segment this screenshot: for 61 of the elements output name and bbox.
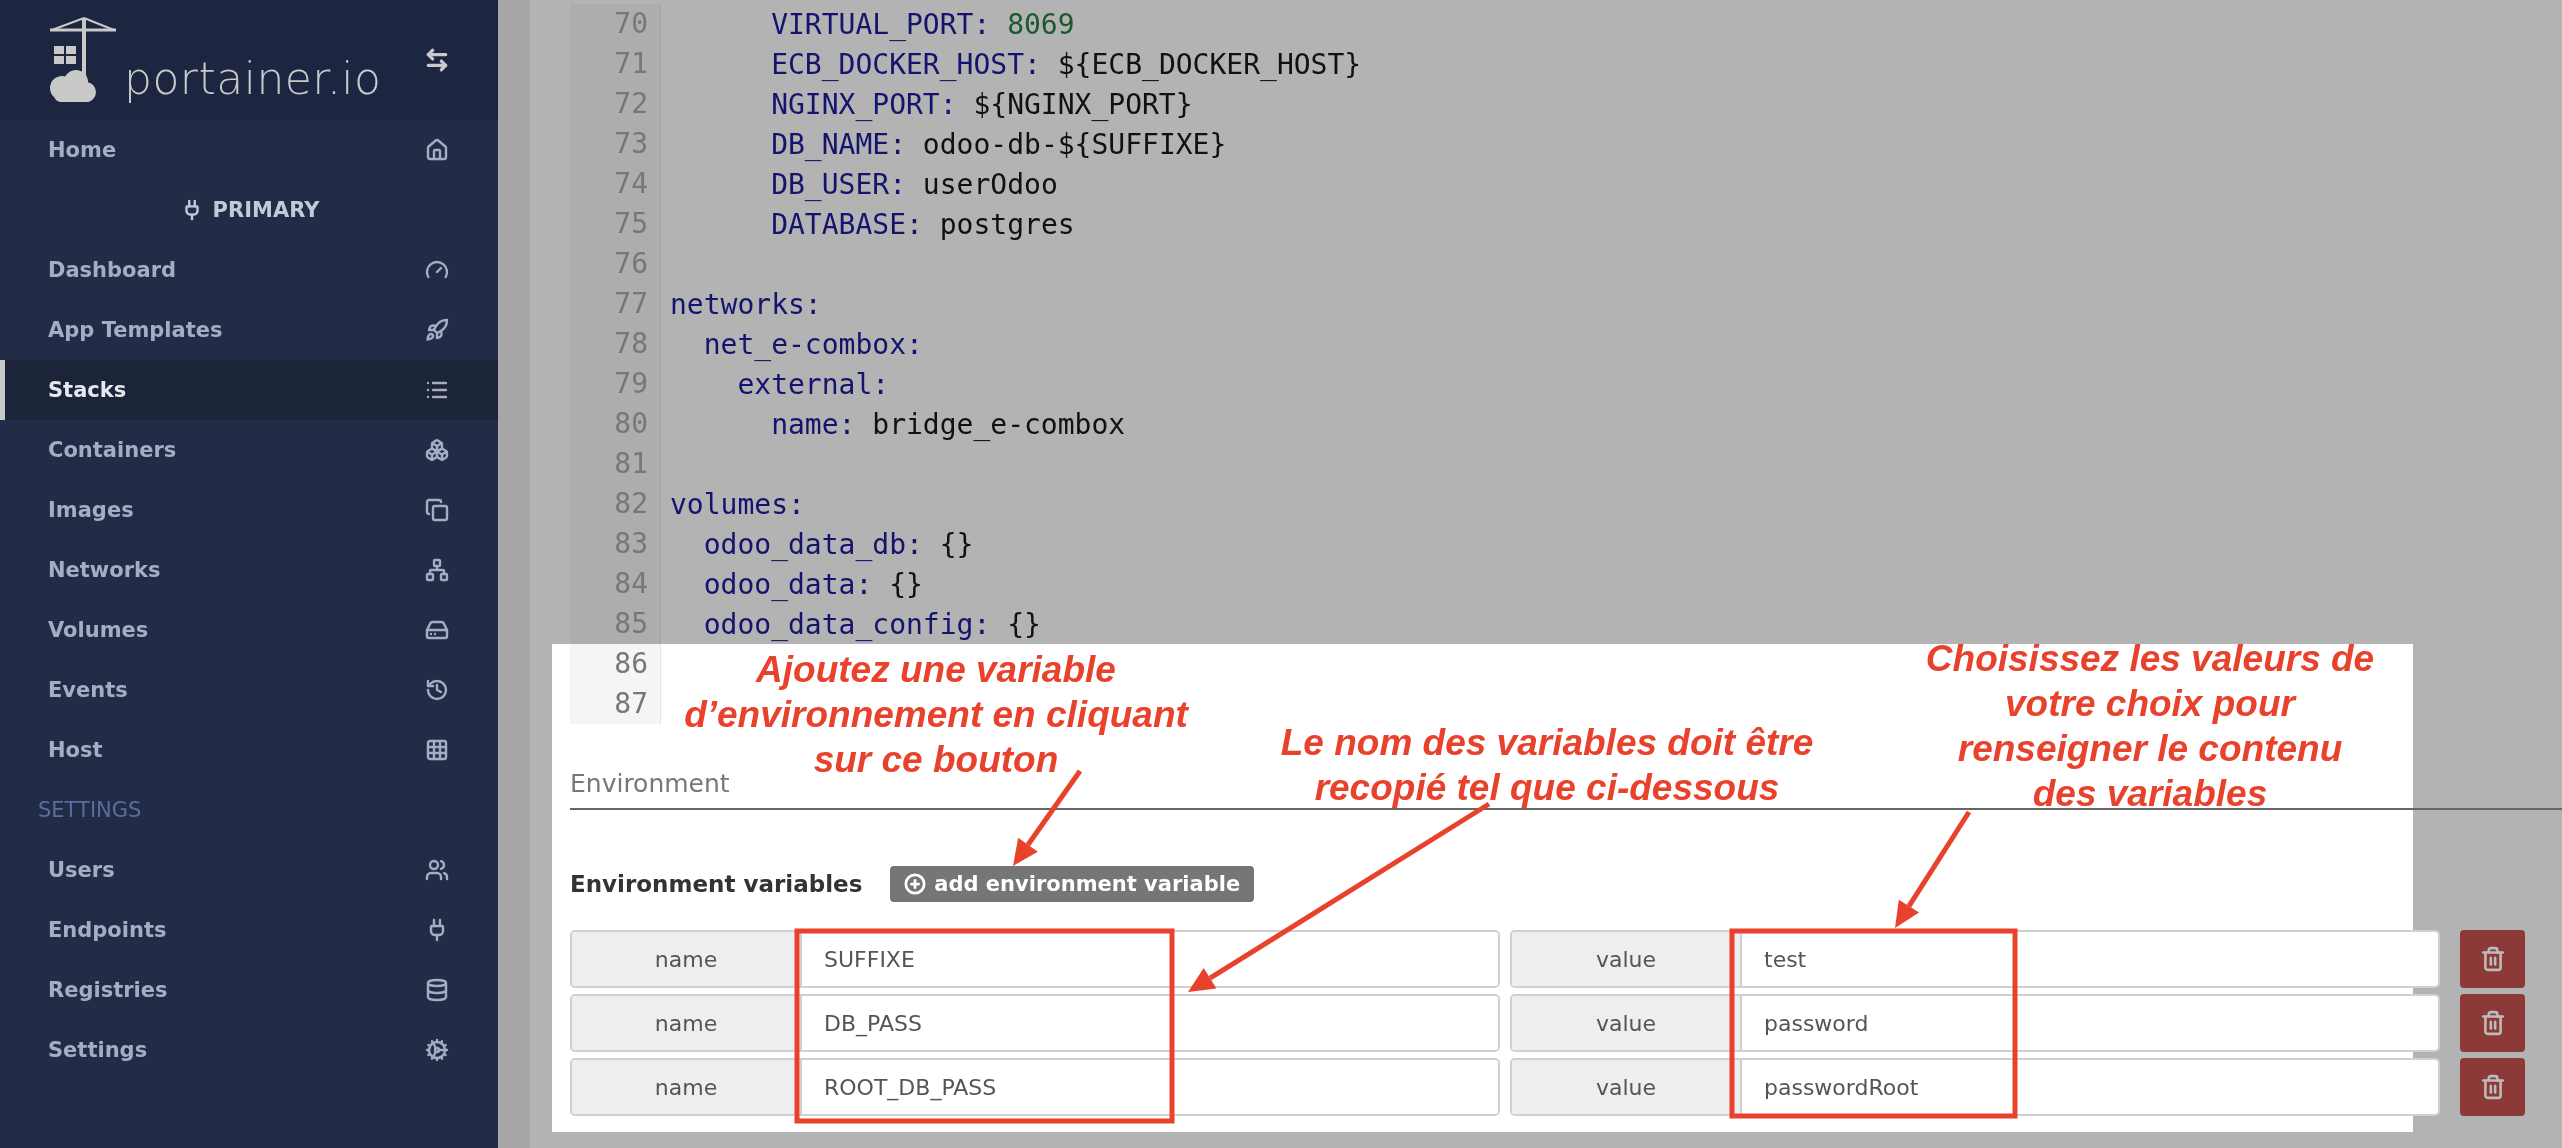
sidebar-item[interactable]: Images [0, 480, 498, 540]
sidebar-item[interactable]: Stacks [0, 360, 498, 420]
grid-icon [424, 737, 450, 763]
sidebar-item[interactable]: Dashboard [0, 240, 498, 300]
sidebar-item[interactable]: Registries [0, 960, 498, 1020]
copy-icon [424, 497, 450, 523]
line-number: 87 [570, 684, 661, 724]
sidebar-item[interactable]: Events [0, 660, 498, 720]
code-line: name: bridge_e-combox [770, 407, 1126, 441]
code-line: ECB_DOCKER_HOST: ${ECB_DOCKER_HOST} [770, 47, 1362, 81]
sidebar-item[interactable]: Endpoints [0, 900, 498, 960]
annotation-text: Choisissez les valeurs de votre choix pour renseigner le contenu des variables [1925, 637, 2375, 816]
add-variable-button[interactable]: add environment variable [890, 866, 1255, 902]
trash-icon [2479, 946, 2506, 972]
delete-button[interactable] [2460, 1058, 2525, 1116]
code-line: networks: [669, 287, 822, 321]
endpoint-name: PRIMARY [212, 198, 320, 222]
network-icon [424, 557, 450, 583]
sidebar-item[interactable]: Containers [0, 420, 498, 480]
code-line: odoo_data_db: {} [702, 527, 974, 561]
logo-text: portainer.io [124, 53, 382, 104]
input-addon: value [1512, 996, 1742, 1050]
sidebar-item[interactable]: Networks [0, 540, 498, 600]
trash-icon [2479, 1010, 2506, 1036]
home-icon [424, 137, 450, 163]
swap-icon[interactable] [424, 47, 450, 73]
database-icon [424, 977, 450, 1003]
input-addon: value [1512, 932, 1742, 986]
history-icon [424, 677, 450, 703]
code-line: net_e-combox: [702, 327, 923, 361]
cubes-icon [424, 437, 450, 463]
field-label: Environment variables [570, 871, 863, 897]
input-addon: value [1512, 1060, 1742, 1114]
sidebar-item[interactable]: App Templates [0, 300, 498, 360]
sidebar-item[interactable]: Volumes [0, 600, 498, 660]
input-addon: name [572, 1060, 802, 1114]
code-line: odoo_data: {} [702, 567, 923, 601]
trash-icon [2479, 1074, 2506, 1100]
gears-icon [424, 1037, 450, 1063]
input-addon: name [572, 996, 802, 1050]
users-icon [424, 857, 450, 883]
input-addon: name [572, 932, 802, 986]
code-line: volumes: [669, 487, 805, 521]
section-heading: SETTINGS [37, 797, 143, 824]
sidebar-item[interactable]: Host [0, 720, 498, 780]
code-line: NGINX_PORT: ${NGINX_PORT} [770, 87, 1193, 121]
sidebar-item[interactable]: Settings [0, 1020, 498, 1080]
code-line: DB_USER: userOdoo [770, 167, 1058, 201]
delete-button[interactable] [2460, 994, 2525, 1052]
rocket-icon [424, 317, 450, 343]
code-line: external: [736, 367, 890, 401]
line-number: 86 [570, 644, 661, 684]
sidebar-item[interactable]: Home [0, 120, 498, 180]
code-line: VIRTUAL_PORT: 8069 [770, 7, 1075, 41]
code-line: DB_NAME: odoo-db-${SUFFIXE} [770, 127, 1227, 161]
annotation-text: Le nom des variables doit être recopié tel que ci-dessous [1280, 721, 1814, 810]
delete-button[interactable] [2460, 930, 2525, 988]
code-line: DATABASE: postgres [770, 207, 1075, 241]
plus-circle-icon [904, 873, 927, 895]
code-line: odoo_data_config: {} [702, 607, 1041, 641]
sidebar-item[interactable]: Users [0, 840, 498, 900]
